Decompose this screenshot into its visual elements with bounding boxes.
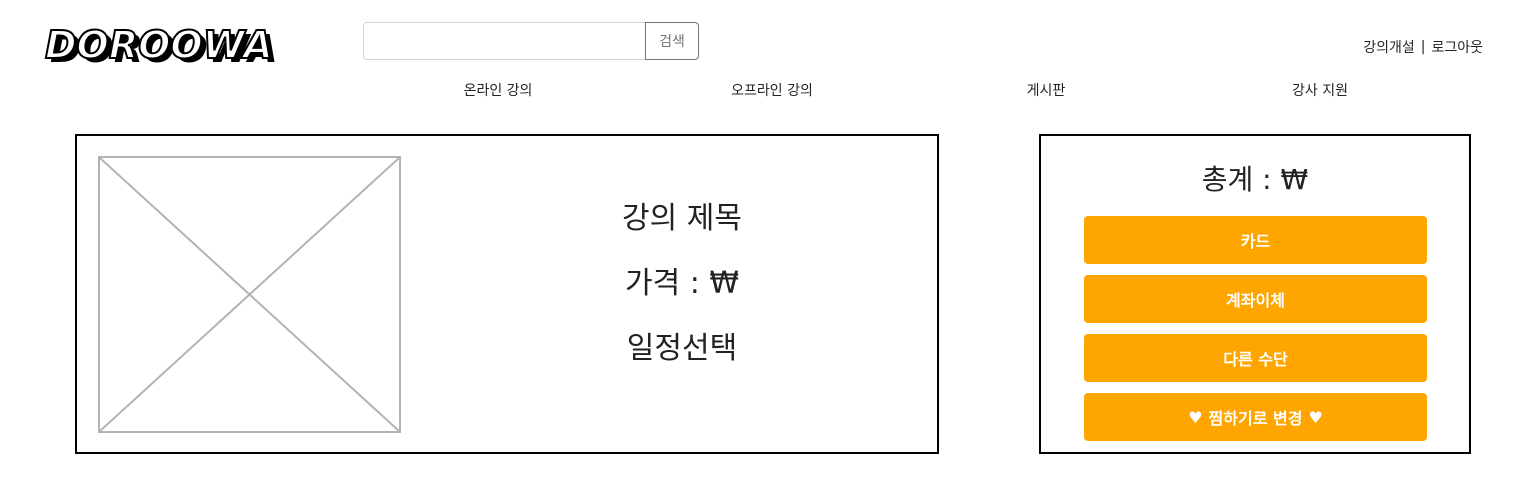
pay-bank-transfer-button[interactable]: 계좌이체	[1084, 275, 1427, 323]
payment-panel: 총계 : ₩ 카드 계좌이체 다른 수단 ♥ 찜하기로 변경 ♥	[1039, 134, 1471, 454]
image-placeholder-icon	[100, 158, 399, 431]
logo-text: DOROOWA	[45, 24, 273, 67]
nav-offline-courses[interactable]: 오프라인 강의	[731, 80, 813, 100]
change-to-wishlist-button[interactable]: ♥ 찜하기로 변경 ♥	[1084, 393, 1427, 441]
search-bar: 검색	[363, 22, 699, 60]
logout-link[interactable]: 로그아웃	[1431, 37, 1483, 57]
wishlist-label: 찜하기로 변경	[1208, 409, 1303, 428]
search-input[interactable]	[363, 22, 645, 60]
course-summary-card: 강의 제목 가격 : ₩ 일정선택	[75, 134, 939, 454]
heart-icon: ♥	[1188, 407, 1203, 427]
schedule-select[interactable]: 일정선택	[547, 328, 817, 393]
pay-card-button[interactable]: 카드	[1084, 216, 1427, 264]
pay-other-method-button[interactable]: 다른 수단	[1084, 334, 1427, 382]
course-price: 가격 : ₩	[624, 266, 740, 301]
search-button[interactable]: 검색	[645, 22, 699, 60]
nav-board[interactable]: 게시판	[1027, 80, 1066, 100]
site-logo[interactable]: DOROOWA DOROOWA	[44, 24, 280, 70]
user-links: 강의개설 | 로그아웃	[1363, 37, 1483, 57]
nav-instructor-apply[interactable]: 강사 지원	[1292, 80, 1348, 100]
link-separator: |	[1420, 39, 1426, 55]
main-nav: 온라인 강의 오프라인 강의 게시판 강사 지원	[0, 80, 1526, 100]
nav-online-courses[interactable]: 온라인 강의	[464, 80, 533, 100]
heart-icon: ♥	[1308, 407, 1323, 427]
course-info: 강의 제목 가격 : ₩ 일정선택	[547, 198, 817, 393]
open-course-link[interactable]: 강의개설	[1363, 37, 1415, 57]
course-title: 강의 제목	[622, 201, 742, 236]
total-price: 총계 : ₩	[1201, 163, 1309, 196]
course-image-placeholder	[98, 156, 401, 433]
